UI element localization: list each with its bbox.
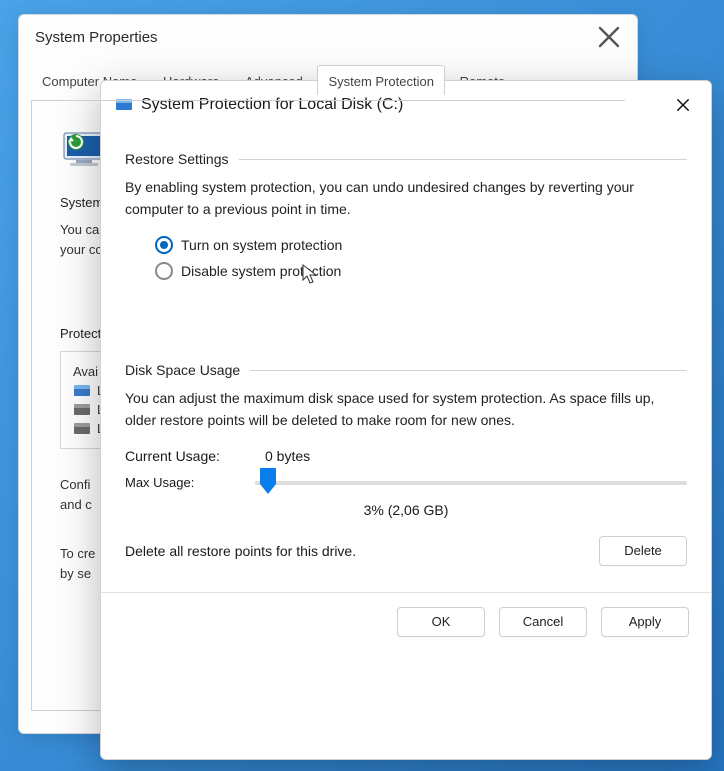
tab-system-protection[interactable]: System Protection: [317, 65, 445, 95]
radio-on-label: Turn on system protection: [181, 237, 342, 253]
disk-space-label: Disk Space Usage: [125, 362, 240, 378]
radio-icon: [155, 236, 173, 254]
disk-space-description: You can adjust the maximum disk space us…: [125, 388, 687, 431]
ok-button[interactable]: OK: [397, 607, 485, 637]
restore-settings-label: Restore Settings: [125, 151, 229, 167]
close-icon[interactable]: [669, 91, 697, 119]
cancel-button[interactable]: Cancel: [499, 607, 587, 637]
max-usage-slider[interactable]: [255, 472, 687, 494]
dialog-title: System Protection for Local Disk (C:): [141, 96, 403, 114]
system-properties-title: System Properties: [35, 29, 158, 46]
restore-settings-description: By enabling system protection, you can u…: [125, 177, 687, 220]
avail-label: Avai: [73, 364, 98, 379]
tab-underline: [31, 100, 625, 101]
radio-icon: [155, 262, 173, 280]
max-usage-row: Max Usage:: [125, 472, 687, 494]
current-usage-value: 0 bytes: [265, 448, 310, 464]
radio-disable-protection[interactable]: Disable system protection: [155, 262, 687, 280]
system-properties-titlebar: System Properties: [19, 15, 637, 59]
delete-row: Delete all restore points for this drive…: [125, 536, 687, 566]
slider-track: [255, 481, 687, 485]
close-icon[interactable]: [597, 25, 621, 49]
max-usage-readout: 3% (2,06 GB): [125, 502, 687, 518]
current-usage-label: Current Usage:: [125, 448, 235, 464]
restore-settings-legend: Restore Settings: [125, 151, 687, 167]
divider: [239, 159, 688, 160]
radio-off-label: Disable system protection: [181, 263, 341, 279]
disk-space-legend: Disk Space Usage: [125, 362, 687, 378]
apply-button[interactable]: Apply: [601, 607, 689, 637]
slider-thumb[interactable]: [260, 468, 276, 494]
dialog-body: Restore Settings By enabling system prot…: [101, 127, 711, 580]
current-usage-row: Current Usage: 0 bytes: [125, 448, 687, 464]
delete-button[interactable]: Delete: [599, 536, 687, 566]
restore-radio-group: Turn on system protection Disable system…: [125, 236, 687, 280]
divider: [250, 370, 687, 371]
drive-icon: [73, 403, 91, 417]
dialog-footer: OK Cancel Apply: [101, 593, 711, 655]
delete-description: Delete all restore points for this drive…: [125, 543, 356, 559]
radio-turn-on-protection[interactable]: Turn on system protection: [155, 236, 687, 254]
system-protection-dialog: System Protection for Local Disk (C:) Re…: [100, 80, 712, 760]
max-usage-label: Max Usage:: [125, 475, 235, 490]
drive-icon: [73, 422, 91, 436]
drive-icon: [73, 384, 91, 398]
